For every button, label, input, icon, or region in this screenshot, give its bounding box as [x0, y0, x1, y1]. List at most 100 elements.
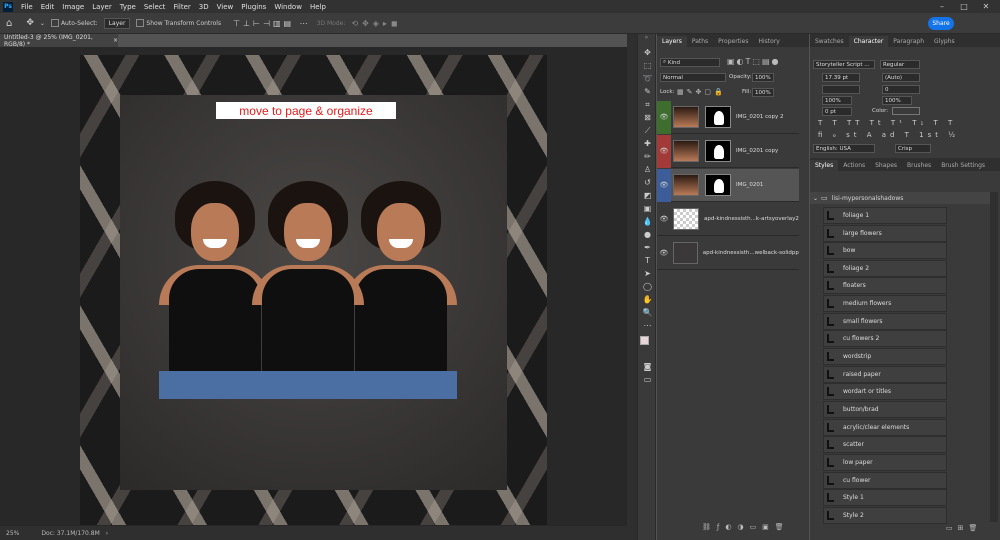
document-tab[interactable]: Untitled-3 @ 25% (IMG_0201, RGB/8) * × — [0, 34, 118, 48]
style-item[interactable]: low paper — [823, 454, 947, 471]
chevron-down-icon[interactable]: ⌄ — [813, 195, 818, 202]
stamp-tool-icon[interactable]: ♙ — [638, 163, 657, 176]
font-size-field[interactable]: 17.39 pt — [822, 73, 860, 82]
tab-swatches[interactable]: Swatches — [810, 36, 849, 47]
style-item[interactable]: acrylic/clear elements — [823, 419, 947, 436]
style-item[interactable]: Style 1 — [823, 489, 947, 506]
chevron-right-icon[interactable]: › — [106, 530, 108, 537]
menu-window[interactable]: Window — [270, 3, 306, 11]
layer-row[interactable]: 👁 IMG_0201 copy 2 — [657, 100, 799, 134]
photo-layers[interactable] — [155, 181, 462, 399]
move-tool-icon[interactable]: ✥ — [26, 18, 34, 28]
style-item[interactable]: cu flower — [823, 472, 947, 489]
zoom-tool-icon[interactable]: 🔍 — [638, 306, 657, 319]
tracking-field[interactable]: 0 — [882, 85, 920, 94]
menu-image[interactable]: Image — [58, 3, 88, 11]
visibility-icon[interactable]: 👁 — [657, 215, 671, 223]
style-item[interactable]: foliage 2 — [823, 260, 947, 277]
visibility-icon[interactable]: 👁 — [657, 249, 671, 257]
shape-tool-icon[interactable]: ◯ — [638, 280, 657, 293]
menu-plugins[interactable]: Plugins — [237, 3, 270, 11]
pen-tool-icon[interactable]: ✒ — [638, 241, 657, 254]
lock-icons[interactable]: ▦✎✥▢🔒 — [677, 88, 726, 96]
healing-tool-icon[interactable]: ✚ — [638, 137, 657, 150]
transform-controls-checkbox[interactable]: Show Transform Controls — [136, 19, 221, 27]
tab-actions[interactable]: Actions — [838, 160, 870, 171]
quick-select-tool-icon[interactable]: ✎ — [638, 85, 657, 98]
layer-row[interactable]: 👁 apd-kindnessisth...welback-solidpp1 — [657, 237, 799, 270]
collapse-icon[interactable]: » — [638, 34, 655, 46]
horizontal-scale-field[interactable]: 100% — [882, 96, 912, 105]
style-group[interactable]: ⌄ ▭ lisi-mypersonalshadows — [810, 192, 990, 204]
screen-mode-icon[interactable]: ▭ — [638, 373, 657, 386]
layer-mask[interactable] — [705, 174, 731, 196]
layer-mask[interactable] — [705, 106, 731, 128]
layer-row-selected[interactable]: 👁 IMG_0201 — [657, 168, 799, 202]
fill-field[interactable]: 100% — [752, 88, 774, 97]
layer-name[interactable]: IMG_0201 — [736, 182, 763, 188]
style-item[interactable]: wordart or titles — [823, 383, 947, 400]
zoom-level[interactable]: 25% — [6, 530, 19, 537]
visibility-icon[interactable]: 👁 — [657, 168, 671, 202]
close-icon[interactable]: ✕ — [976, 0, 996, 13]
menu-file[interactable]: File — [17, 3, 37, 11]
tab-paths[interactable]: Paths — [687, 36, 713, 47]
vertical-scale-field[interactable]: 100% — [822, 96, 852, 105]
gradient-tool-icon[interactable]: ▣ — [638, 202, 657, 215]
style-item[interactable]: button/brad — [823, 401, 947, 418]
3d-mode-icons[interactable]: ⟲✥◈▸◼ — [351, 19, 401, 28]
style-item[interactable]: scatter — [823, 436, 947, 453]
layer-mask[interactable] — [705, 140, 731, 162]
eraser-tool-icon[interactable]: ◩ — [638, 189, 657, 202]
menu-filter[interactable]: Filter — [169, 3, 194, 11]
color-swatches[interactable] — [638, 332, 655, 360]
leading-field[interactable]: (Auto) — [882, 73, 920, 82]
minimize-icon[interactable]: – — [932, 0, 952, 13]
style-item[interactable]: Style 2 — [823, 507, 947, 524]
style-item[interactable]: large flowers — [823, 225, 947, 242]
style-item[interactable]: foliage 1 — [823, 207, 947, 224]
menu-view[interactable]: View — [213, 3, 238, 11]
baseline-field[interactable]: 0 pt — [822, 107, 852, 116]
visibility-icon[interactable]: 👁 — [657, 134, 671, 168]
brush-tool-icon[interactable]: ✏ — [638, 150, 657, 163]
language-dropdown[interactable]: English: USA — [813, 144, 875, 153]
menu-3d[interactable]: 3D — [195, 3, 213, 11]
dodge-tool-icon[interactable]: ● — [638, 228, 657, 241]
menu-type[interactable]: Type — [116, 3, 140, 11]
visibility-icon[interactable]: 👁 — [657, 100, 671, 134]
foreground-color[interactable] — [640, 336, 649, 345]
layer-kind-filter[interactable]: ⌕ Kind — [660, 58, 720, 67]
document-canvas[interactable] — [80, 55, 547, 525]
maximize-icon[interactable]: □ — [954, 0, 974, 13]
marquee-tool-icon[interactable]: ⬚ — [638, 59, 657, 72]
align-icons[interactable]: ⊤⊥⊢⊣▥▤ ⋯ — [233, 19, 311, 28]
styles-scrollbar[interactable] — [990, 192, 998, 522]
home-icon[interactable]: ⌂ — [6, 18, 12, 29]
auto-select-dropdown[interactable]: Layer — [103, 17, 131, 29]
style-item[interactable]: medium flowers — [823, 295, 947, 312]
tab-glyphs[interactable]: Glyphs — [929, 36, 960, 47]
tab-brushes[interactable]: Brushes — [902, 160, 936, 171]
layer-row[interactable]: 👁 IMG_0201 copy — [657, 134, 799, 168]
tab-paragraph[interactable]: Paragraph — [888, 36, 929, 47]
menu-layer[interactable]: Layer — [88, 3, 116, 11]
share-button[interactable]: Share — [928, 17, 954, 30]
tab-history[interactable]: History — [754, 36, 785, 47]
hand-tool-icon[interactable]: ✋ — [638, 293, 657, 306]
tab-properties[interactable]: Properties — [713, 36, 753, 47]
tab-shapes[interactable]: Shapes — [870, 160, 902, 171]
layer-name[interactable]: IMG_0201 copy — [736, 148, 778, 154]
styles-actions-icons[interactable]: ▭⊞🗑 — [946, 524, 982, 532]
menu-edit[interactable]: Edit — [37, 3, 59, 11]
layer-name[interactable]: IMG_0201 copy 2 — [736, 114, 784, 120]
type-style-icons[interactable]: T T TT Tt T¹ T₁ T T — [818, 119, 956, 127]
style-item[interactable]: floaters — [823, 277, 947, 294]
tab-character[interactable]: Character — [848, 36, 889, 47]
lasso-tool-icon[interactable]: ➰ — [638, 72, 657, 85]
crop-tool-icon[interactable]: ⌗ — [638, 98, 657, 111]
blend-mode-dropdown[interactable]: Normal — [660, 73, 726, 82]
menu-help[interactable]: Help — [306, 3, 330, 11]
layer-name[interactable]: apd-kindnessisth...welback-solidpp1 — [703, 250, 799, 256]
history-brush-icon[interactable]: ↺ — [638, 176, 657, 189]
